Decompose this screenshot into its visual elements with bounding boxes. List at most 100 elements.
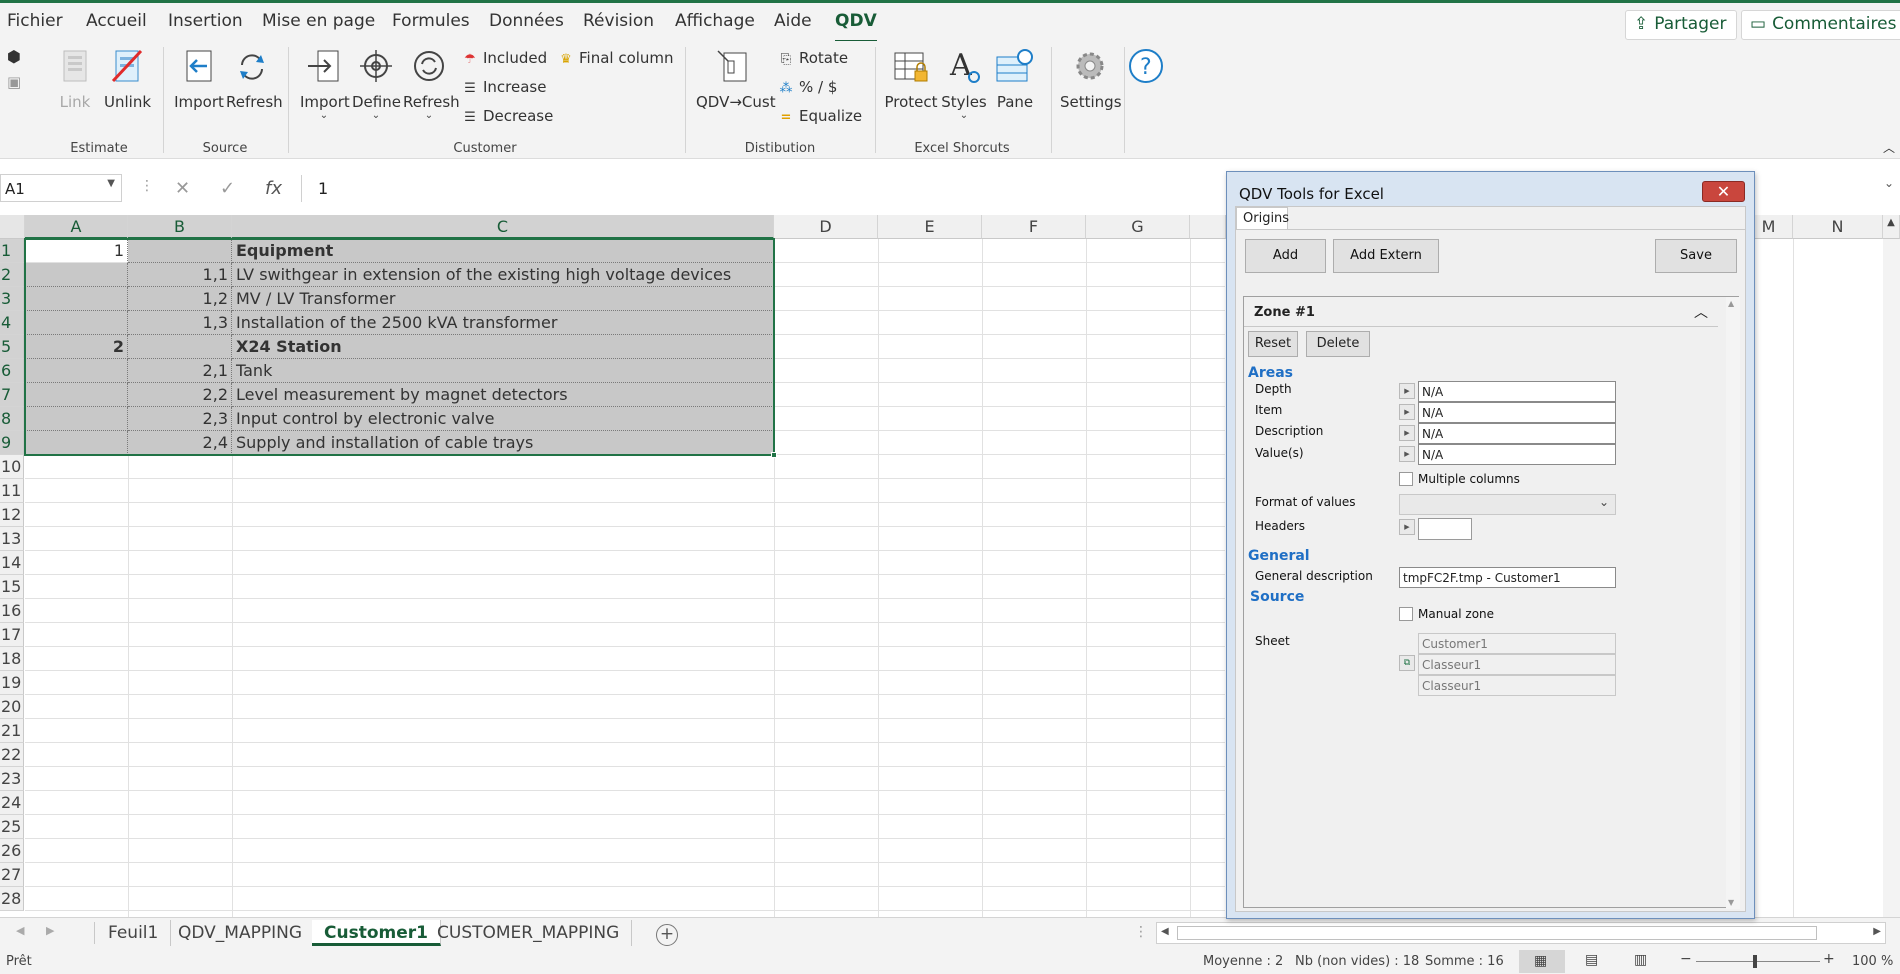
collapse-ribbon-icon[interactable]: ︿: [1883, 139, 1895, 156]
cell-b6[interactable]: 2,1: [128, 359, 232, 383]
help-button[interactable]: ?: [1126, 47, 1166, 93]
scroll-left-icon[interactable]: ◀: [1161, 926, 1169, 937]
cell-a2[interactable]: [25, 263, 128, 287]
cell-b1[interactable]: [128, 239, 232, 263]
cancel-icon[interactable]: ✕: [175, 178, 190, 199]
item-field[interactable]: N/A: [1418, 402, 1616, 423]
import-source-button[interactable]: Import: [174, 47, 224, 111]
save-button[interactable]: Save: [1655, 239, 1737, 273]
row-header[interactable]: 27: [0, 863, 24, 887]
cell-a7[interactable]: [25, 383, 128, 407]
column-header[interactable]: A: [25, 215, 128, 239]
drag-handle-icon[interactable]: ⋮: [140, 178, 154, 194]
cell-c5[interactable]: X24 Station: [232, 335, 774, 359]
column-header[interactable]: B: [128, 215, 232, 239]
cell-a3[interactable]: [25, 287, 128, 311]
sheet-tab-active[interactable]: Customer1: [312, 920, 441, 946]
reset-button[interactable]: Reset: [1248, 331, 1298, 357]
row-header[interactable]: 25: [0, 815, 24, 839]
tab-fichier[interactable]: Fichier: [7, 11, 63, 31]
manual-zone-checkbox[interactable]: [1399, 607, 1413, 621]
sheet-tab[interactable]: Feuil1: [96, 920, 172, 946]
column-header[interactable]: N: [1793, 215, 1883, 239]
row-header[interactable]: 10: [0, 455, 24, 479]
multiple-columns-checkbox[interactable]: [1399, 472, 1413, 486]
item-picker-arrow[interactable]: ▶: [1399, 404, 1415, 420]
cell-a9[interactable]: [25, 431, 128, 455]
delete-button[interactable]: Delete: [1306, 331, 1370, 357]
cell-c8[interactable]: Input control by electronic valve: [232, 407, 774, 431]
row-header[interactable]: 12: [0, 503, 24, 527]
row-header[interactable]: 16: [0, 599, 24, 623]
equalize-button[interactable]: = Equalize: [777, 107, 863, 125]
row-header[interactable]: 28: [0, 887, 24, 911]
cell-c1[interactable]: Equipment: [232, 239, 774, 263]
link-button[interactable]: Link: [58, 47, 92, 111]
row-header[interactable]: 19: [0, 671, 24, 695]
refresh-customer-button[interactable]: Refresh ⌄: [403, 47, 460, 121]
scroll-thumb[interactable]: [1177, 926, 1817, 940]
scroll-up-icon[interactable]: ▲: [1883, 215, 1900, 239]
zoom-slider-thumb[interactable]: [1753, 955, 1757, 968]
row-header[interactable]: 23: [0, 767, 24, 791]
cell-c9[interactable]: Supply and installation of cable trays: [232, 431, 774, 455]
close-button[interactable]: ✕: [1702, 181, 1745, 202]
cell-a8[interactable]: [25, 407, 128, 431]
row-header[interactable]: 8: [0, 407, 24, 431]
zoom-out-icon[interactable]: −: [1680, 951, 1692, 967]
page-layout-icon[interactable]: ▤: [1585, 952, 1598, 968]
cell-b2[interactable]: 1,1: [128, 263, 232, 287]
add-extern-button[interactable]: Add Extern: [1333, 239, 1439, 273]
column-header[interactable]: [1190, 215, 1226, 239]
tab-formules[interactable]: Formules: [392, 11, 470, 31]
values-field[interactable]: N/A: [1418, 444, 1616, 465]
included-button[interactable]: ☂ Included: [461, 49, 547, 67]
row-header[interactable]: 4: [0, 311, 24, 335]
column-header[interactable]: E: [878, 215, 982, 239]
headers-picker-arrow[interactable]: ▶: [1399, 519, 1415, 535]
styles-button[interactable]: A Styles ⌄: [940, 47, 988, 121]
workbook-field-secondary[interactable]: Classeur1: [1418, 675, 1616, 696]
add-button[interactable]: Add: [1245, 239, 1326, 273]
depth-field[interactable]: N/A: [1418, 381, 1616, 402]
row-header[interactable]: 14: [0, 551, 24, 575]
cell-a5[interactable]: 2: [25, 335, 128, 359]
general-description-field[interactable]: tmpFC2F.tmp - Customer1: [1399, 567, 1616, 588]
zone-scrollbar[interactable]: ▲ ▼: [1726, 297, 1740, 909]
tab-origins[interactable]: Origins: [1236, 207, 1289, 229]
tab-aide[interactable]: Aide: [774, 11, 812, 31]
row-header[interactable]: 5: [0, 335, 24, 359]
description-picker-arrow[interactable]: ▶: [1399, 425, 1415, 441]
tab-mise-en-page[interactable]: Mise en page: [262, 11, 375, 31]
cell-c6[interactable]: Tank: [232, 359, 774, 383]
row-header[interactable]: 1: [0, 239, 24, 263]
tab-donnees[interactable]: Données: [489, 11, 564, 31]
cell-b5[interactable]: [128, 335, 232, 359]
description-field[interactable]: N/A: [1418, 423, 1616, 444]
zoom-in-icon[interactable]: +: [1823, 951, 1835, 967]
values-picker-arrow[interactable]: ▶: [1399, 446, 1415, 462]
column-header[interactable]: C: [232, 215, 774, 239]
row-header[interactable]: 15: [0, 575, 24, 599]
cell-b7[interactable]: 2,2: [128, 383, 232, 407]
row-header[interactable]: 7: [0, 383, 24, 407]
zoom-slider[interactable]: [1696, 961, 1820, 962]
protect-button[interactable]: Protect: [884, 47, 938, 111]
sheet-field[interactable]: Customer1: [1418, 633, 1616, 654]
horizontal-scrollbar[interactable]: ◀ ▶: [1156, 922, 1886, 944]
row-header[interactable]: 18: [0, 647, 24, 671]
column-header[interactable]: G: [1086, 215, 1190, 239]
split-handle-icon[interactable]: ⋮: [1134, 924, 1148, 940]
excel-link-icon[interactable]: ⧉: [1399, 655, 1415, 671]
sheet-tab[interactable]: CUSTOMER_MAPPING: [425, 920, 633, 946]
rotate-button[interactable]: ⎘ Rotate: [777, 49, 848, 67]
add-sheet-icon[interactable]: +: [656, 924, 678, 946]
column-header[interactable]: D: [774, 215, 878, 239]
row-header[interactable]: 13: [0, 527, 24, 551]
comments-button[interactable]: ▭ Commentaires: [1741, 10, 1900, 40]
cell-b4[interactable]: 1,3: [128, 311, 232, 335]
cell-c3[interactable]: MV / LV Transformer: [232, 287, 774, 311]
row-header[interactable]: 20: [0, 695, 24, 719]
prev-sheet-icon[interactable]: ◀: [16, 924, 24, 937]
refresh-source-button[interactable]: Refresh: [226, 47, 283, 111]
